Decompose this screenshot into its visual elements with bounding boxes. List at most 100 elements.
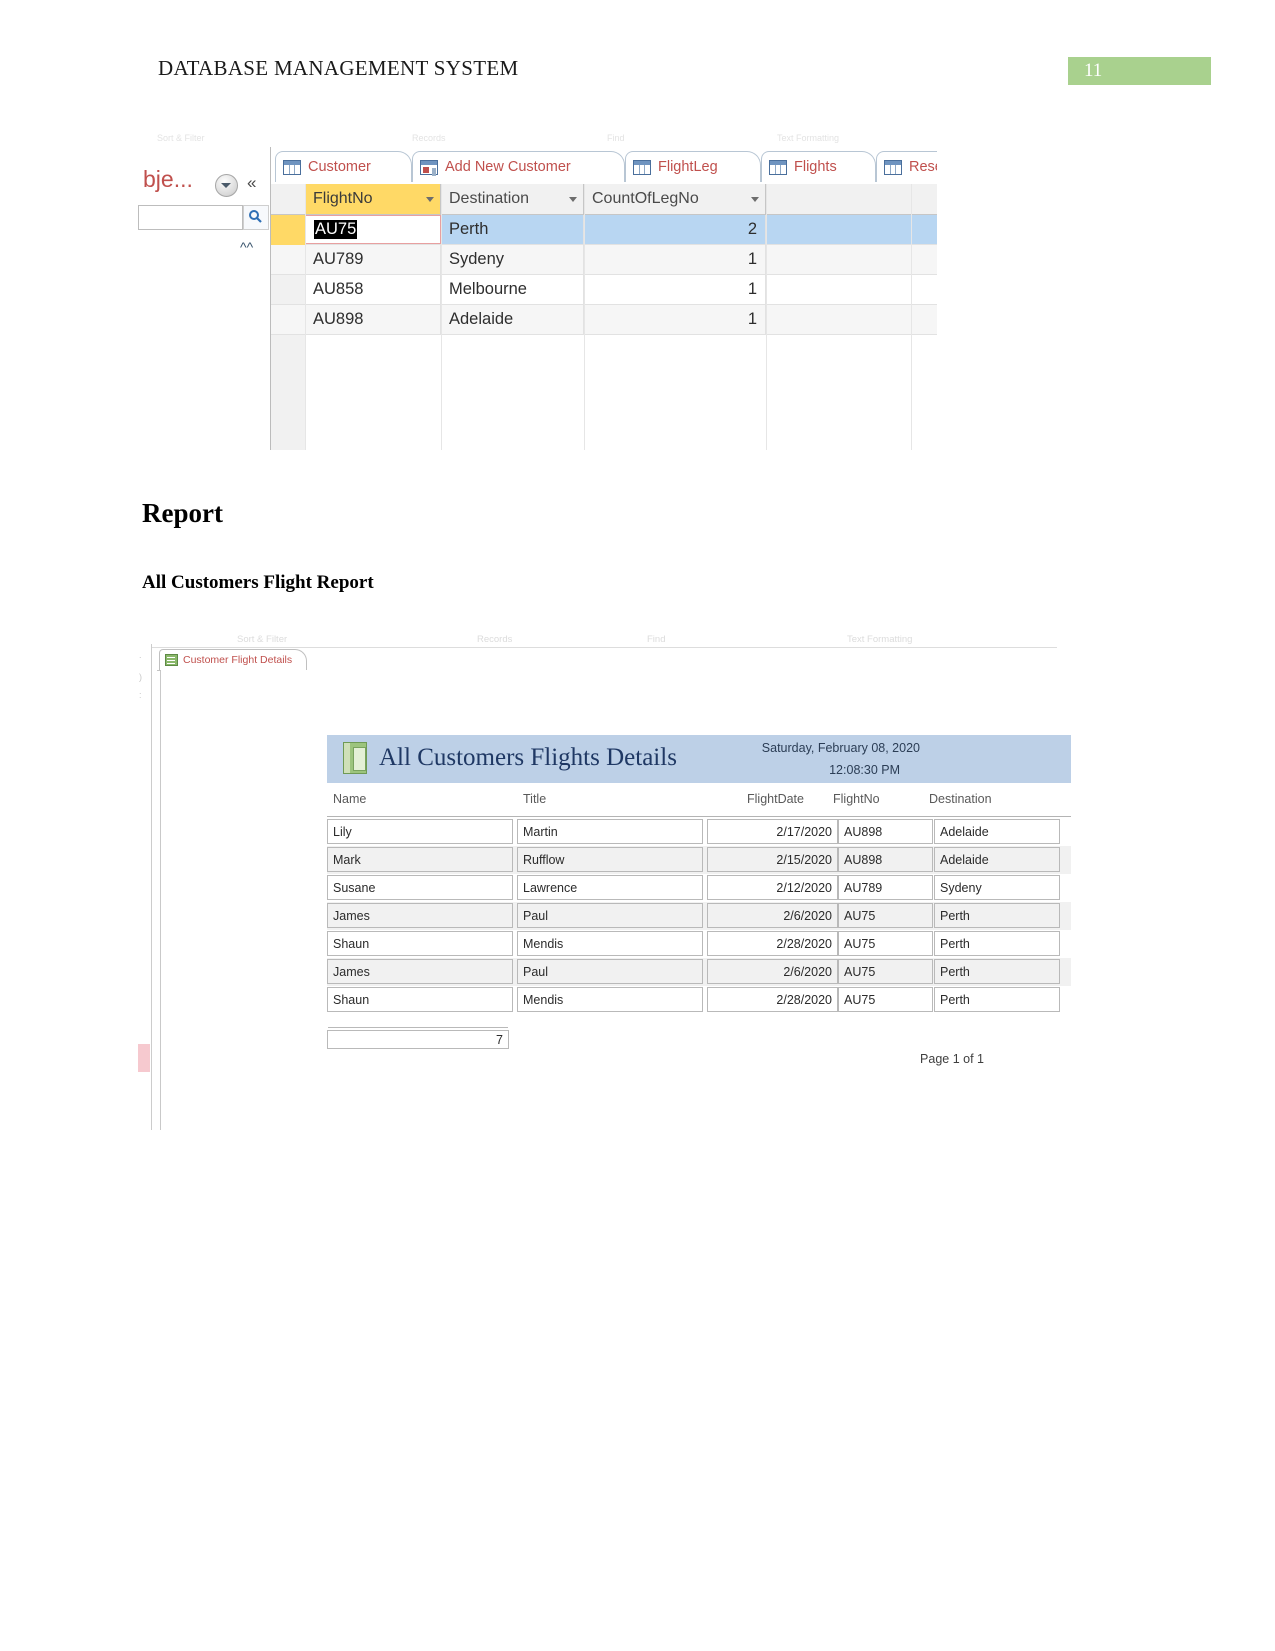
- grid-line: [441, 184, 442, 450]
- tab-reservation[interactable]: Reser: [876, 151, 937, 182]
- form-icon: [420, 159, 438, 175]
- cell-title: Mendis: [517, 987, 703, 1012]
- column-header-flightno: FlightNo: [833, 792, 880, 806]
- tab-label: Flights: [794, 159, 837, 175]
- datasheet-grid: FlightNo Destination CountOfLegNo AU75 P…: [271, 184, 937, 450]
- ribbon-group-label: Text Formatting: [777, 133, 840, 143]
- cell-flightno: AU898: [838, 819, 933, 844]
- cell-flightdate: 2/28/2020: [707, 987, 838, 1012]
- tab-add-new-customer[interactable]: Add New Customer: [412, 151, 625, 182]
- cell-flightdate: 2/28/2020: [707, 931, 838, 956]
- table-row[interactable]: AU789 Sydeny 1: [271, 245, 937, 275]
- ruler-mark: :: [139, 690, 142, 700]
- chevron-down-icon[interactable]: [426, 197, 434, 202]
- cell-name: Shaun: [327, 987, 513, 1012]
- ribbon-group-label: Records: [412, 133, 446, 143]
- cell-countoflegno[interactable]: 1: [584, 275, 766, 304]
- page-number-label: 11: [1084, 60, 1103, 81]
- cell-value: Melbourne: [449, 280, 527, 298]
- cell-destination[interactable]: Perth: [441, 215, 584, 244]
- report-row: Susane Lawrence 2/12/2020 AU789 Sydeny: [327, 874, 1072, 902]
- tab-flightleg[interactable]: FlightLeg: [625, 151, 761, 182]
- chevron-down-circle-icon[interactable]: [215, 174, 238, 197]
- record-selector[interactable]: [271, 215, 305, 245]
- cell-destination[interactable]: Melbourne: [441, 275, 584, 304]
- empty-rows-area: [305, 334, 937, 450]
- report-row: Shaun Mendis 2/28/2020 AU75 Perth: [327, 930, 1072, 958]
- cell-flightno[interactable]: AU858: [305, 275, 441, 304]
- column-header-destination[interactable]: Destination: [441, 184, 584, 214]
- cell-destination[interactable]: Sydeny: [441, 245, 584, 274]
- cell-flightdate: 2/17/2020: [707, 819, 838, 844]
- report-canvas: All Customers Flights Details Saturday, …: [161, 670, 1072, 1130]
- cell-value: AU898: [313, 310, 364, 328]
- tab-label: Customer: [308, 159, 371, 175]
- column-header-title: Title: [523, 792, 547, 806]
- tab-customer-flight-details[interactable]: Customer Flight Details: [159, 649, 308, 670]
- ribbon-group-labels-faint: Sort & Filter Records Find Text Formatti…: [137, 133, 937, 145]
- cell-flightdate: 2/6/2020: [707, 903, 838, 928]
- cell-destination: Adelaide: [934, 819, 1060, 844]
- report-right-edge: [1071, 670, 1072, 1130]
- ruler-mark: ): [139, 672, 142, 682]
- cell-destination: Perth: [934, 931, 1060, 956]
- chevron-down-icon[interactable]: [569, 197, 577, 202]
- column-header-destination: Destination: [929, 792, 992, 806]
- column-header-label: FlightNo: [313, 190, 373, 207]
- record-selector[interactable]: [271, 275, 305, 305]
- cell-destination[interactable]: Adelaide: [441, 305, 584, 334]
- cell-flightno[interactable]: AU789: [305, 245, 441, 274]
- cell-flightno: AU75: [838, 987, 933, 1012]
- cell-destination: Adelaide: [934, 847, 1060, 872]
- tab-customer[interactable]: Customer: [275, 151, 412, 182]
- ribbon-group-label: Find: [647, 634, 666, 645]
- table-icon: [283, 159, 301, 175]
- ribbon-group-label: Sort & Filter: [157, 133, 205, 143]
- cell-countoflegno[interactable]: 2: [584, 215, 766, 244]
- cell-value: 1: [747, 250, 757, 268]
- table-row[interactable]: AU898 Adelaide 1: [271, 305, 937, 335]
- cell-flightno[interactable]: AU898: [305, 305, 441, 334]
- cell-title: Mendis: [517, 931, 703, 956]
- table-icon: [884, 159, 902, 175]
- cell-name: Susane: [327, 875, 513, 900]
- cell-value: AU75: [314, 220, 358, 239]
- cell-flightno: AU789: [838, 875, 933, 900]
- cell-flightno: AU75: [838, 903, 933, 928]
- double-chevron-left-icon[interactable]: «: [247, 173, 256, 193]
- navigation-pane-collapsed[interactable]: . ) :: [137, 644, 152, 1130]
- cell-name: Lily: [327, 819, 513, 844]
- cell-flightno: AU75: [838, 959, 933, 984]
- record-selector[interactable]: [271, 245, 305, 275]
- cell-countoflegno[interactable]: 1: [584, 305, 766, 334]
- search-icon[interactable]: [243, 205, 269, 230]
- chevron-down-icon[interactable]: [751, 197, 759, 202]
- access-report-screenshot: Sort & Filter Records Find Text Formatti…: [137, 630, 1072, 1130]
- cell-flightno[interactable]: AU75: [305, 215, 441, 244]
- column-header-flightdate: FlightDate: [747, 792, 804, 806]
- table-row[interactable]: AU75 Perth 2: [271, 215, 937, 245]
- cell-countoflegno[interactable]: 1: [584, 245, 766, 274]
- grid-line: [584, 184, 585, 450]
- cell-flightdate: 2/6/2020: [707, 959, 838, 984]
- section-heading-report: Report: [142, 498, 223, 528]
- page-number-badge: 11: [1068, 57, 1211, 85]
- cell-title: Martin: [517, 819, 703, 844]
- cell-flightdate: 2/15/2020: [707, 847, 838, 872]
- table-row[interactable]: AU858 Melbourne 1: [271, 275, 937, 305]
- column-header-flightno[interactable]: FlightNo: [305, 184, 441, 214]
- ribbon-group-labels-faint: Sort & Filter Records Find Text Formatti…: [137, 634, 1072, 648]
- tab-flights[interactable]: Flights: [761, 151, 876, 182]
- page-title: DATABASE MANAGEMENT SYSTEM: [158, 56, 519, 80]
- grid-line: [766, 184, 767, 450]
- table-icon: [633, 159, 651, 175]
- cell-title: Lawrence: [517, 875, 703, 900]
- column-header-countoflegno[interactable]: CountOfLegNo: [584, 184, 766, 214]
- record-selector[interactable]: [271, 305, 305, 335]
- double-chevron-up-icon[interactable]: ^^: [240, 239, 253, 255]
- report-tab-strip: Customer Flight Details: [157, 648, 1072, 671]
- report-title: All Customers Flights Details: [379, 744, 677, 771]
- cell-title: Rufflow: [517, 847, 703, 872]
- search-input[interactable]: [138, 205, 243, 230]
- object-tab-strip: Customer Add New Customer FlightLeg Flig…: [271, 147, 937, 185]
